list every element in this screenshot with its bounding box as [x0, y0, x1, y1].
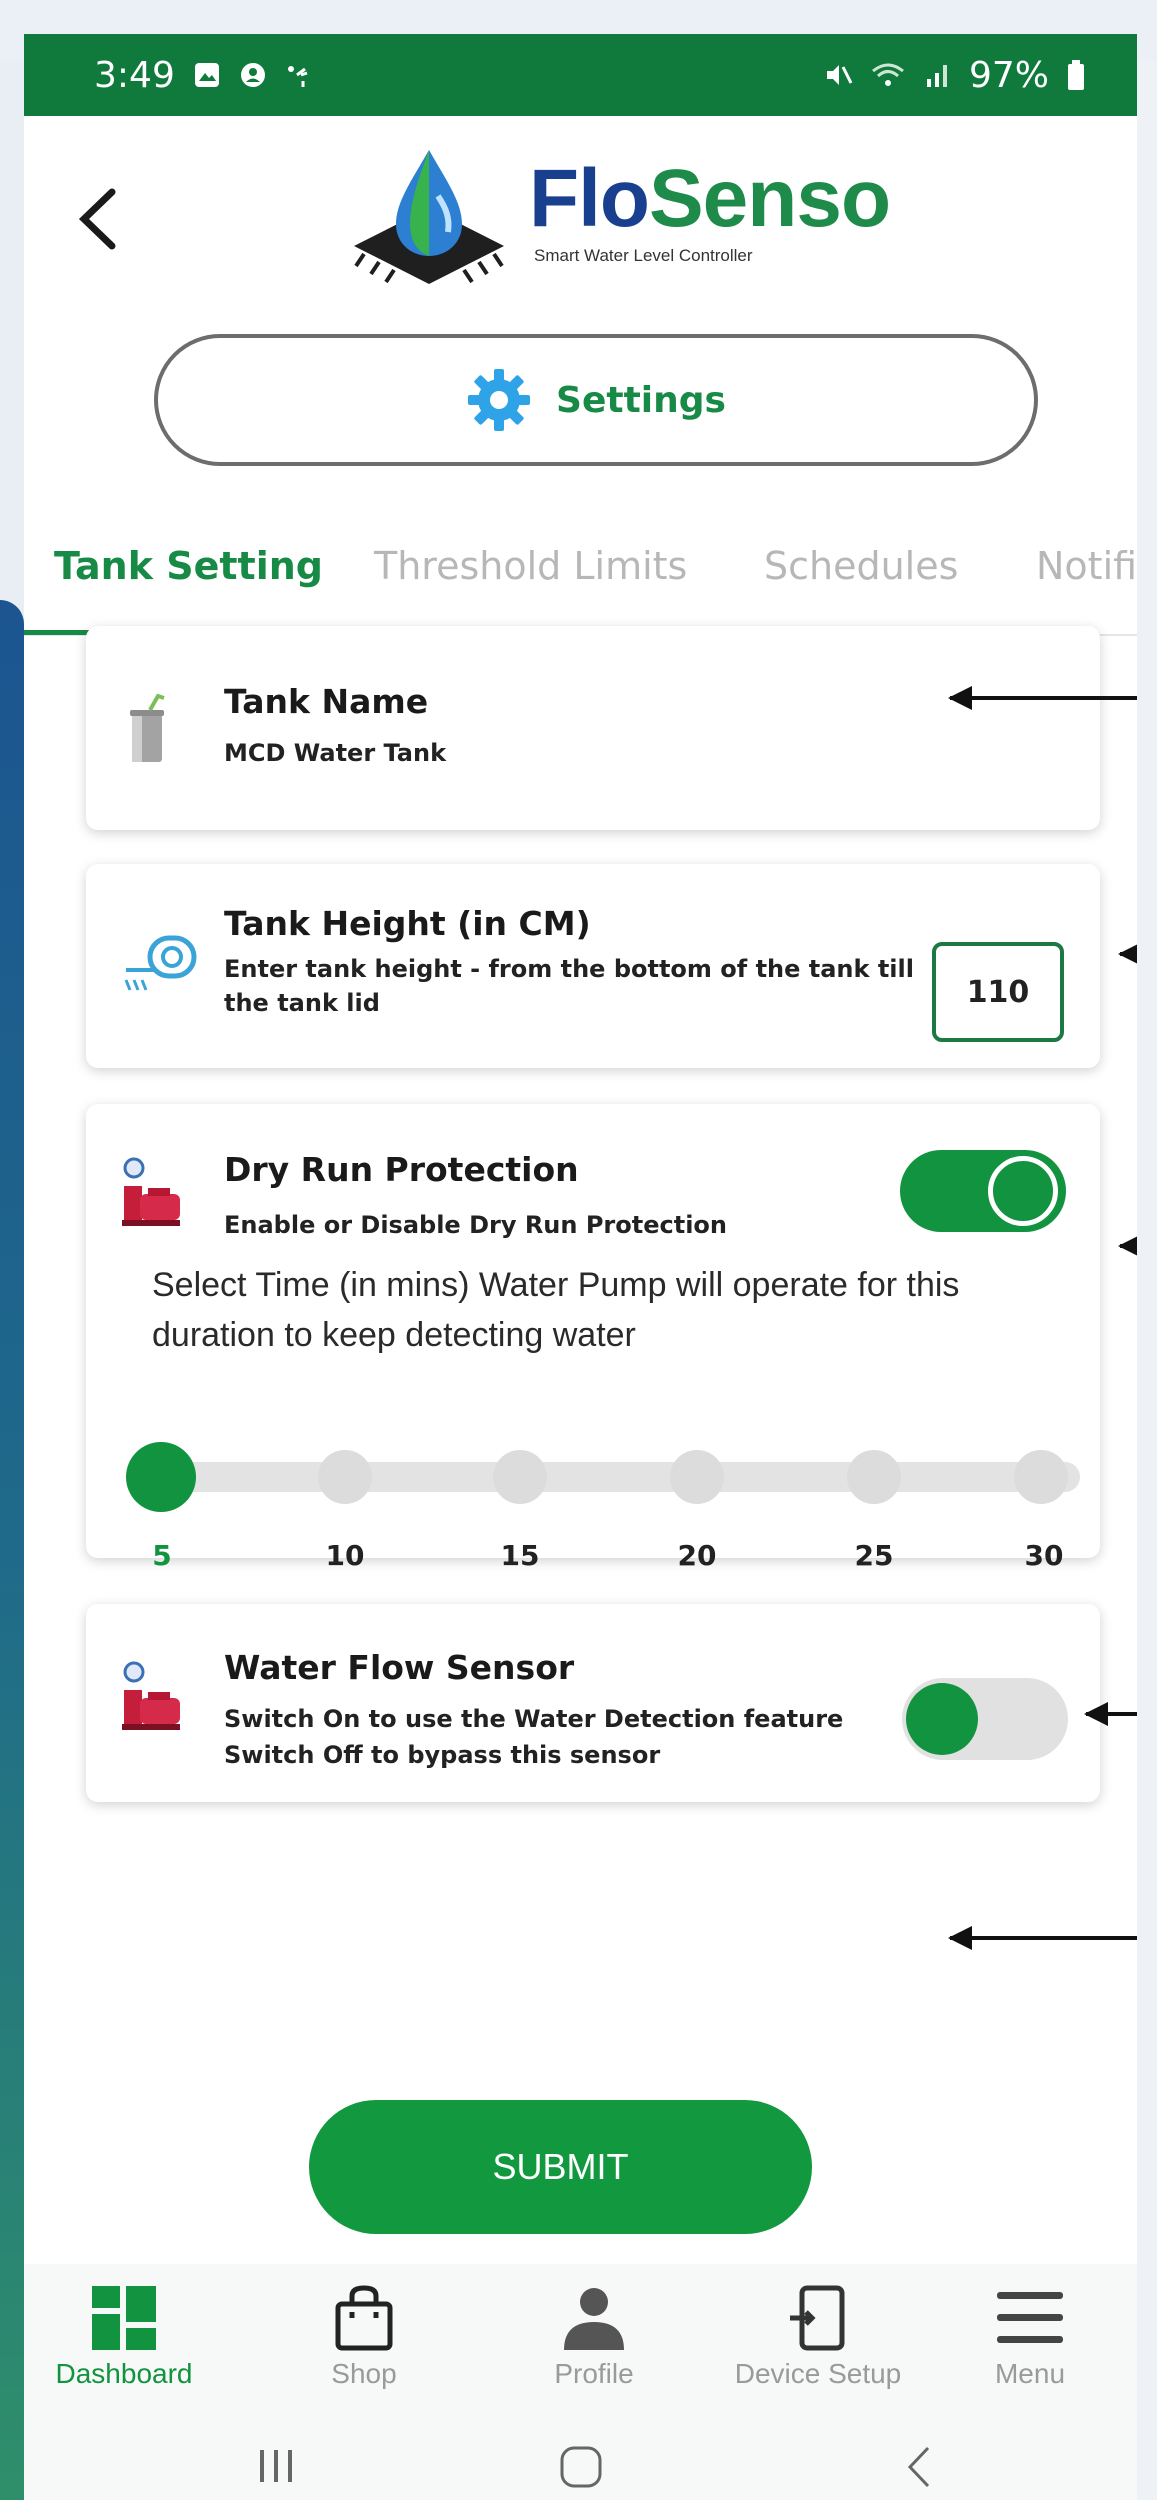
person-icon [564, 2288, 624, 2350]
nav-shop[interactable]: Shop [264, 2284, 464, 2390]
tank-name-card[interactable]: Tank Name MCD Water Tank [86, 626, 1100, 830]
signal-icon [926, 65, 947, 87]
mute-icon [826, 65, 853, 85]
slider-label-5: 5 [152, 1539, 172, 1572]
dashboard-icon [92, 2286, 156, 2350]
tank-icon [130, 693, 165, 762]
background-left-strip [0, 600, 24, 2500]
slider-label-10: 10 [325, 1539, 365, 1572]
dry-run-subtitle: Enable or Disable Dry Run Protection [224, 1211, 727, 1239]
gallery-icon [194, 63, 219, 87]
nav-label: Dashboard [55, 2358, 193, 2389]
tab-notifications[interactable]: Notific [1036, 544, 1137, 588]
toggle-knob [906, 1683, 978, 1755]
home-icon[interactable] [558, 2444, 604, 2490]
status-time: 3:49 [94, 54, 175, 96]
battery-percent: 97% [968, 54, 1049, 96]
brand-name: FloSenso [529, 152, 891, 246]
slider-label-30: 30 [1024, 1539, 1064, 1572]
nav-label: Menu [994, 2358, 1066, 2389]
flosenso-logo: FloSenso Smart Water Level Controller [334, 146, 894, 296]
toggle-knob [988, 1156, 1058, 1226]
dry-run-duration-slider[interactable] [150, 1462, 1080, 1492]
brand-flo: Flo [529, 153, 650, 244]
background-right-strip [1137, 60, 1157, 2500]
hamburger-menu-icon [997, 2292, 1063, 2343]
annotation-arrow [948, 686, 1137, 710]
status-bar: 3:49 97% [24, 34, 1137, 116]
phone-screen: 3:49 97% FloSenso Smart Water Level Cont… [24, 34, 1137, 2500]
nav-dashboard[interactable]: Dashboard [24, 2284, 224, 2390]
water-flow-line2: Switch Off to bypass this sensor [224, 1741, 661, 1769]
slider-step-5[interactable] [126, 1442, 196, 1512]
tank-name-value: MCD Water Tank [224, 739, 447, 767]
battery-icon [1068, 60, 1084, 90]
dry-run-duration-description: Select Time (in mins) Water Pump will op… [152, 1266, 960, 1354]
tab-threshold-limits[interactable]: Threshold Limits [374, 544, 687, 588]
back-arrow-icon[interactable] [68, 184, 128, 254]
tank-name-title: Tank Name [224, 682, 429, 721]
tank-height-icon [124, 935, 197, 991]
tab-schedules[interactable]: Schedules [764, 544, 958, 588]
dry-run-title: Dry Run Protection [224, 1150, 579, 1189]
wifi-calling-icon [287, 66, 308, 87]
nav-menu[interactable]: Menu [930, 2284, 1130, 2390]
settings-header-pill: Settings [154, 334, 1038, 466]
annotation-arrow [1118, 942, 1137, 966]
nav-profile[interactable]: Profile [494, 2284, 694, 2390]
brand-tagline: Smart Water Level Controller [534, 246, 753, 265]
tank-height-description: Enter tank height - from the bottom of t… [224, 955, 914, 1017]
nav-label: Shop [331, 2358, 397, 2389]
nav-label: Device Setup [734, 2358, 902, 2389]
chip-drop-logo-icon [354, 150, 504, 284]
settings-tabs: Tank Setting Threshold Limits Schedules … [24, 534, 1137, 636]
slider-label-25: 25 [854, 1539, 894, 1572]
slider-step-25[interactable] [847, 1450, 901, 1504]
bottom-navigation: Dashboard Shop Profile Device Setup Menu [24, 2264, 1137, 2414]
slider-step-30[interactable] [1014, 1450, 1068, 1504]
water-flow-toggle[interactable] [902, 1678, 1068, 1760]
nav-label: Profile [554, 2358, 634, 2389]
shopping-bag-icon [335, 2285, 393, 2351]
annotation-arrow [948, 1926, 1137, 1950]
device-setup-icon [790, 2285, 845, 2351]
annotation-arrow [1084, 1702, 1137, 1726]
slider-label-20: 20 [677, 1539, 717, 1572]
recent-apps-icon[interactable] [254, 2444, 300, 2488]
submit-button[interactable]: SUBMIT [309, 2100, 812, 2234]
dry-run-toggle[interactable] [900, 1150, 1066, 1232]
wifi-icon [872, 63, 904, 86]
slider-step-10[interactable] [318, 1450, 372, 1504]
water-pump-icon [122, 1157, 180, 1226]
gear-icon [468, 369, 531, 431]
system-navigation-bar [24, 2414, 1137, 2500]
tab-tank-setting[interactable]: Tank Setting [54, 544, 323, 588]
system-back-icon[interactable] [900, 2444, 940, 2490]
tank-height-input[interactable]: 110 [932, 942, 1064, 1042]
account-icon [240, 63, 265, 87]
nav-device-setup[interactable]: Device Setup [718, 2284, 918, 2390]
annotation-arrow [1118, 1234, 1137, 1258]
slider-step-15[interactable] [493, 1450, 547, 1504]
water-flow-title: Water Flow Sensor [224, 1648, 575, 1687]
tank-height-title: Tank Height (in CM) [224, 904, 591, 943]
settings-title: Settings [556, 379, 726, 421]
water-flow-line1: Switch On to use the Water Detection fea… [224, 1705, 844, 1733]
slider-step-20[interactable] [670, 1450, 724, 1504]
brand-senso: Senso [648, 153, 891, 244]
slider-label-15: 15 [500, 1539, 540, 1572]
water-pump-icon [122, 1661, 180, 1730]
